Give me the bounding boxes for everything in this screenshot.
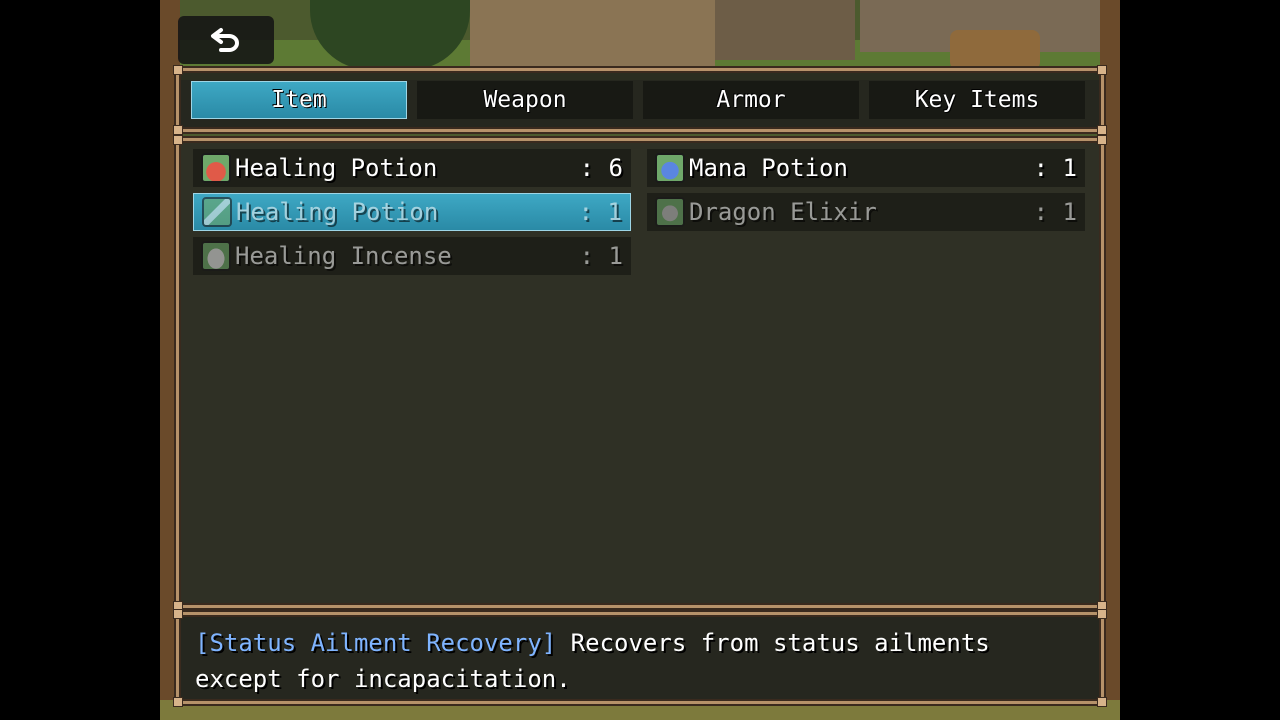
- category-window: Item Weapon Armor Key Items: [173, 65, 1107, 135]
- list-item[interactable]: Healing Potion : 1: [193, 193, 631, 231]
- category-tabs: Item Weapon Armor Key Items: [191, 81, 1085, 119]
- pouch-icon: [201, 241, 231, 271]
- item-count: : 1: [1033, 198, 1077, 226]
- blue-potion-icon: [655, 153, 685, 183]
- red-potion-icon: [201, 153, 231, 183]
- syringe-icon: [202, 197, 232, 227]
- item-list-window: Healing Potion : 6 Mana Potion : 1 Heali…: [173, 135, 1107, 611]
- item-count: : 1: [578, 198, 622, 226]
- tab-item[interactable]: Item: [191, 81, 407, 119]
- urn-icon: [655, 197, 685, 227]
- list-item[interactable]: Healing Potion : 6: [193, 149, 631, 187]
- back-arrow-icon: [211, 28, 239, 52]
- help-window: [Status Ailment Recovery] Recovers from …: [173, 609, 1107, 707]
- item-count: : 1: [579, 242, 623, 270]
- item-name: Mana Potion: [689, 154, 848, 182]
- help-description: [Status Ailment Recovery] Recovers from …: [195, 625, 990, 697]
- list-item[interactable]: Dragon Elixir : 1: [647, 193, 1085, 231]
- item-name: Healing Potion: [235, 154, 438, 182]
- list-item[interactable]: Mana Potion : 1: [647, 149, 1085, 187]
- item-name: Dragon Elixir: [689, 198, 877, 226]
- tab-key-items[interactable]: Key Items: [869, 81, 1085, 119]
- item-name: Healing Incense: [235, 242, 452, 270]
- help-tag: [Status Ailment Recovery]: [195, 629, 557, 657]
- back-button[interactable]: [178, 16, 274, 64]
- item-count: : 6: [579, 154, 623, 182]
- item-name: Healing Potion: [236, 198, 439, 226]
- tab-armor[interactable]: Armor: [643, 81, 859, 119]
- help-line-2: except for incapacitation.: [195, 665, 571, 693]
- list-item[interactable]: Healing Incense : 1: [193, 237, 631, 275]
- help-line-1: Recovers from status ailments: [556, 629, 990, 657]
- tab-weapon[interactable]: Weapon: [417, 81, 633, 119]
- item-count: : 1: [1033, 154, 1077, 182]
